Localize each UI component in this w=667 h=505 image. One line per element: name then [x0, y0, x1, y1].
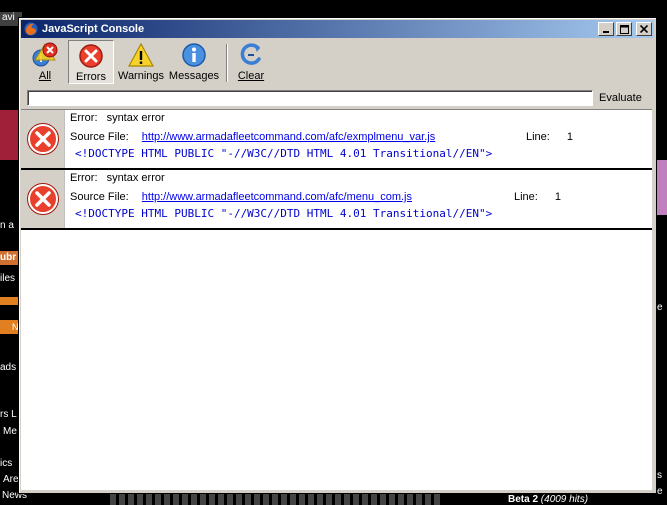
background-bottom-text: Beta 2 (4009 hits)	[508, 494, 588, 505]
background-fragment: Me	[3, 426, 17, 437]
error-type-label: Error:	[70, 172, 98, 184]
console-messages-list: Error: syntax error Source File: http://…	[21, 109, 652, 490]
console-entry[interactable]: Error: syntax error Source File: http://…	[21, 170, 652, 230]
error-icon	[26, 123, 59, 155]
toolbar-separator	[226, 44, 228, 82]
background-fragment: Are	[3, 474, 19, 485]
background-top-bar	[0, 0, 667, 16]
maximize-icon	[619, 24, 629, 34]
error-line: Error: syntax error	[70, 172, 165, 184]
all-button[interactable]: i All	[25, 40, 65, 84]
source-file-label: Source File:	[70, 131, 129, 143]
background-fragment: ubr	[0, 252, 17, 263]
clear-label: Clear	[237, 70, 265, 82]
error-line: Error: syntax error	[70, 112, 165, 124]
evaluate-input[interactable]	[27, 90, 593, 106]
console-entry[interactable]: Error: syntax error Source File: http://…	[21, 110, 652, 170]
source-file-label: Source File:	[70, 191, 129, 203]
background-left-panel	[0, 110, 18, 160]
messages-button[interactable]: Messages	[168, 40, 220, 84]
entry-body: Error: syntax error Source File: http://…	[65, 170, 652, 228]
error-message: syntax error	[106, 172, 165, 184]
minimize-button[interactable]	[598, 22, 614, 36]
background-bottom-hits: (4009 hits)	[540, 494, 589, 505]
maximize-button[interactable]	[616, 22, 632, 36]
window-title: JavaScript Console	[42, 23, 145, 35]
console-toolbar: i All Errors Warnings	[21, 40, 654, 86]
line-number: Line: 1	[514, 191, 561, 203]
warnings-label: Warnings	[117, 70, 165, 82]
entry-body: Error: syntax error Source File: http://…	[65, 110, 652, 168]
close-icon	[640, 25, 648, 33]
line-value: 1	[554, 191, 562, 203]
minimize-icon	[603, 31, 609, 33]
clear-icon	[240, 43, 261, 65]
background-right-fragment: e	[657, 486, 663, 497]
close-button[interactable]	[636, 22, 652, 36]
errors-label: Errors	[76, 71, 106, 83]
background-fragment: ics	[0, 458, 13, 469]
info-icon	[182, 43, 206, 67]
error-icon	[79, 44, 103, 68]
background-fragment: ads	[0, 362, 17, 373]
firefox-logo-icon	[24, 22, 38, 36]
source-file-link[interactable]: http://www.armadafleetcommand.com/afc/ex…	[142, 131, 435, 143]
source-line: Source File: http://www.armadafleetcomma…	[70, 131, 590, 143]
all-messages-icon: i	[32, 42, 58, 67]
background-orange-bar	[0, 297, 18, 305]
warnings-button[interactable]: Warnings	[116, 40, 166, 84]
line-label: Line:	[514, 191, 538, 203]
background-fragment: iles	[0, 273, 16, 284]
error-message: syntax error	[106, 112, 165, 124]
errors-button[interactable]: Errors	[68, 40, 114, 84]
error-source-code: <!DOCTYPE HTML PUBLIC "-//W3C//DTD HTML …	[75, 207, 493, 220]
line-label: Line:	[526, 131, 550, 143]
line-number: Line: 1	[526, 131, 573, 143]
entry-icon-cell	[21, 170, 65, 228]
background-fragment: rs L	[0, 409, 17, 420]
source-line: Source File: http://www.armadafleetcomma…	[70, 191, 590, 203]
background-right-fragment: s	[657, 470, 662, 481]
entry-icon-cell	[21, 110, 65, 168]
background-bottom-label: Beta 2	[508, 494, 539, 505]
messages-label: Messages	[168, 70, 220, 82]
source-file-link[interactable]: http://www.armadafleetcommand.com/afc/me…	[142, 191, 412, 203]
error-type-label: Error:	[70, 112, 98, 124]
clear-button[interactable]: Clear	[234, 40, 268, 84]
error-source-code: <!DOCTYPE HTML PUBLIC "-//W3C//DTD HTML …	[75, 147, 493, 160]
background-fragment: n a	[0, 220, 14, 231]
warning-icon	[128, 42, 154, 67]
title-bar[interactable]: JavaScript Console	[21, 20, 654, 38]
line-value: 1	[566, 131, 574, 143]
javascript-console-window: JavaScript Console i All	[18, 17, 657, 494]
background-bottom-line	[110, 494, 440, 505]
evaluate-row: Evaluate	[27, 88, 652, 108]
all-label: All	[38, 70, 52, 82]
evaluate-button[interactable]: Evaluate	[599, 92, 642, 104]
background-right-fragment: e	[657, 302, 663, 313]
error-icon	[26, 183, 59, 215]
